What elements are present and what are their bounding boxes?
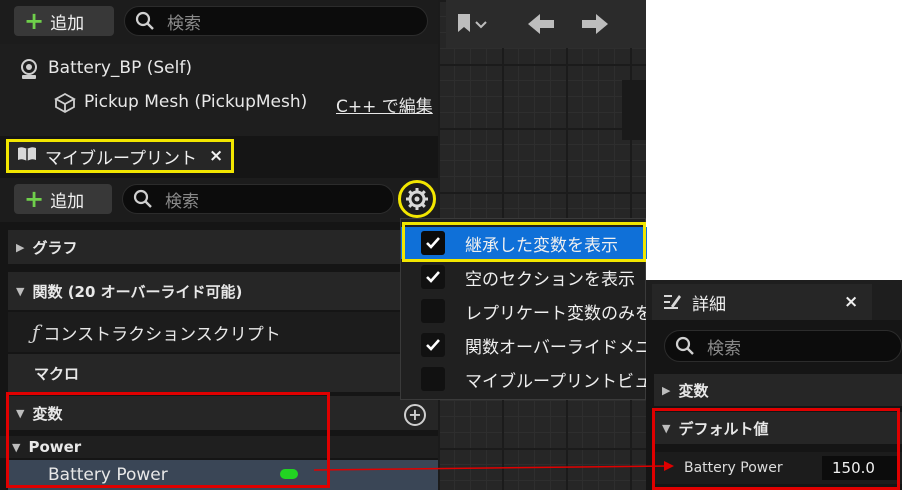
connector-arrow bbox=[313, 461, 674, 471]
